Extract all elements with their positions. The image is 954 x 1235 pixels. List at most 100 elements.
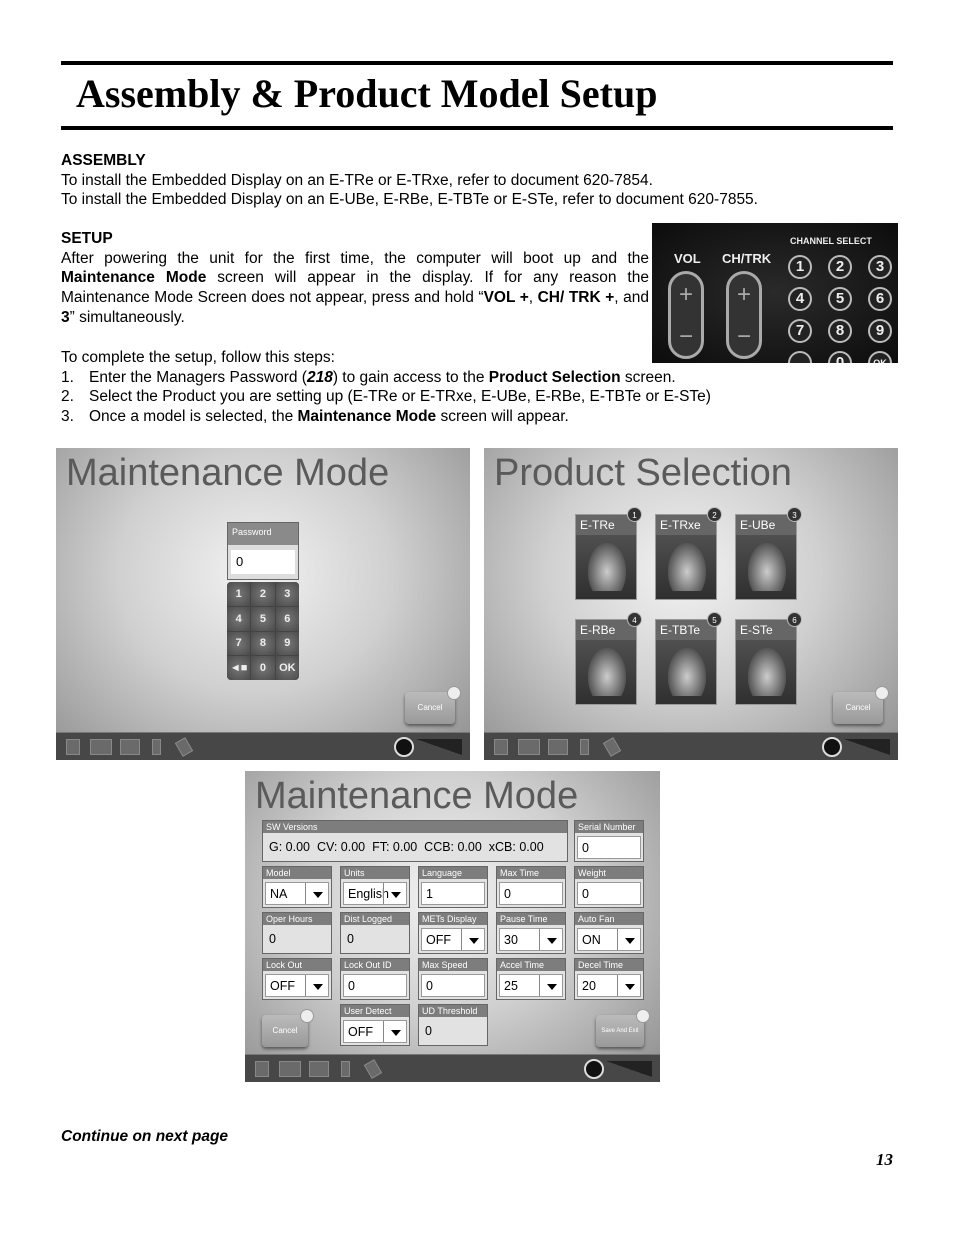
- keypad-key[interactable]: 4: [227, 606, 251, 631]
- text: ” simultaneously.: [69, 308, 185, 326]
- channel-key: 9: [868, 319, 892, 343]
- usb-icon[interactable]: [602, 737, 622, 757]
- product-tile[interactable]: E-TRe 1: [575, 507, 642, 600]
- music-icon[interactable]: [584, 1059, 604, 1079]
- text: screen.: [620, 368, 676, 386]
- keypad-key[interactable]: ◄■: [227, 656, 251, 680]
- channel-key: OK: [868, 351, 892, 363]
- home-icon[interactable]: [494, 739, 508, 755]
- vol-rocker: + −: [668, 271, 704, 359]
- text: CH/ TRK +: [537, 289, 615, 307]
- keypad-key[interactable]: 2: [251, 582, 275, 606]
- home-icon[interactable]: [255, 1061, 269, 1077]
- channel-key: [788, 351, 812, 363]
- setting-dropdown[interactable]: 30: [499, 928, 563, 951]
- ipod-icon[interactable]: [580, 739, 589, 755]
- volume-icon[interactable]: [606, 1061, 652, 1077]
- cancel-button[interactable]: Cancel: [833, 686, 889, 724]
- screen-icon[interactable]: [120, 739, 140, 755]
- channel-select-label: CHANNEL SELECT: [790, 236, 872, 246]
- field-label: User Detect: [341, 1005, 409, 1017]
- keypad-key[interactable]: 3: [275, 582, 299, 606]
- assembly-heading: ASSEMBLY: [61, 152, 146, 169]
- ok-icon: [636, 1009, 650, 1023]
- screen-title: Maintenance Mode: [255, 775, 579, 817]
- keypad-key[interactable]: 9: [275, 631, 299, 656]
- keypad-key[interactable]: 1: [227, 582, 251, 606]
- setting-dropdown[interactable]: English: [343, 882, 407, 905]
- save-and-exit-button[interactable]: Save And Exit: [596, 1009, 650, 1047]
- step-number: 1.: [61, 368, 74, 386]
- setting-dropdown[interactable]: OFF: [421, 928, 485, 951]
- product-machine-icon: [668, 543, 706, 591]
- usb-icon[interactable]: [363, 1059, 383, 1079]
- setting-field: Lock Out OFF: [262, 958, 332, 1000]
- ipod-icon[interactable]: [152, 739, 161, 755]
- keyboard-icon[interactable]: [90, 739, 112, 755]
- cancel-button[interactable]: Cancel: [405, 686, 461, 724]
- keypad-key[interactable]: 0: [251, 656, 275, 680]
- product-tile[interactable]: E-UBe 3: [735, 507, 802, 600]
- field-label: SW Versions: [263, 821, 567, 833]
- setting-dropdown[interactable]: ON: [577, 928, 641, 951]
- product-tile[interactable]: E-RBe 4: [575, 612, 642, 705]
- setting-dropdown[interactable]: NA: [265, 882, 329, 905]
- chtrk-label: CH/TRK: [722, 251, 772, 266]
- product-tile[interactable]: E-TRxe 2: [655, 507, 722, 600]
- keypad-key[interactable]: 6: [275, 606, 299, 631]
- step-item: 2. Select the Product you are setting up …: [61, 387, 893, 407]
- setting-input[interactable]: 0: [343, 974, 407, 997]
- serial-number-input[interactable]: 0: [577, 836, 641, 859]
- text: Once a model is selected, the: [89, 408, 298, 426]
- setting-dropdown[interactable]: OFF: [265, 974, 329, 997]
- password-label: Password: [228, 523, 298, 545]
- password-box: Password 0: [227, 522, 299, 580]
- setting-input[interactable]: 0: [499, 882, 563, 905]
- usb-icon[interactable]: [174, 737, 194, 757]
- taskbar: [56, 732, 470, 760]
- keypad-key[interactable]: 5: [251, 606, 275, 631]
- page-number: 13: [876, 1150, 893, 1169]
- ipod-icon[interactable]: [341, 1061, 350, 1077]
- setting-field: Model NA: [262, 866, 332, 908]
- product-tile[interactable]: E-STe 6: [735, 612, 802, 705]
- text: ,: [528, 289, 538, 307]
- setting-input[interactable]: 1: [421, 882, 485, 905]
- minus-icon: [447, 686, 461, 700]
- keyboard-icon[interactable]: [518, 739, 540, 755]
- field-label: Pause Time: [497, 913, 565, 925]
- cancel-label: Cancel: [272, 1026, 298, 1035]
- setting-value: 0: [265, 928, 329, 951]
- screen-icon[interactable]: [548, 739, 568, 755]
- setting-dropdown[interactable]: OFF: [343, 1020, 407, 1043]
- channel-key: 2: [828, 255, 852, 279]
- text: Enter the Managers Password (: [89, 368, 307, 386]
- product-machine-icon: [668, 648, 706, 696]
- music-icon[interactable]: [822, 737, 842, 757]
- volume-icon[interactable]: [416, 739, 462, 755]
- home-icon[interactable]: [66, 739, 80, 755]
- setting-dropdown[interactable]: 25: [499, 974, 563, 997]
- plus-icon: +: [736, 281, 751, 308]
- field-label: Serial Number: [575, 821, 643, 833]
- music-icon[interactable]: [394, 737, 414, 757]
- field-label: METs Display: [419, 913, 487, 925]
- setting-input[interactable]: 0: [577, 882, 641, 905]
- setting-input[interactable]: 0: [421, 974, 485, 997]
- cancel-button[interactable]: Cancel: [262, 1009, 314, 1047]
- product-number: 1: [627, 507, 642, 522]
- product-tile[interactable]: E-TBTe 5: [655, 612, 722, 705]
- assembly-line: To install the Embedded Display on an E-…: [61, 171, 653, 189]
- password-input[interactable]: 0: [231, 550, 295, 574]
- text: , and: [614, 289, 649, 307]
- keypad-key[interactable]: OK: [275, 656, 299, 680]
- setting-field: Decel Time 20: [574, 958, 644, 1000]
- volume-icon[interactable]: [844, 739, 890, 755]
- keypad-key[interactable]: 8: [251, 631, 275, 656]
- setting-value: 0: [421, 1020, 485, 1043]
- keypad-key[interactable]: 7: [227, 631, 251, 656]
- setting-dropdown[interactable]: 20: [577, 974, 641, 997]
- screen-icon[interactable]: [309, 1061, 329, 1077]
- channel-key: 8: [828, 319, 852, 343]
- keyboard-icon[interactable]: [279, 1061, 301, 1077]
